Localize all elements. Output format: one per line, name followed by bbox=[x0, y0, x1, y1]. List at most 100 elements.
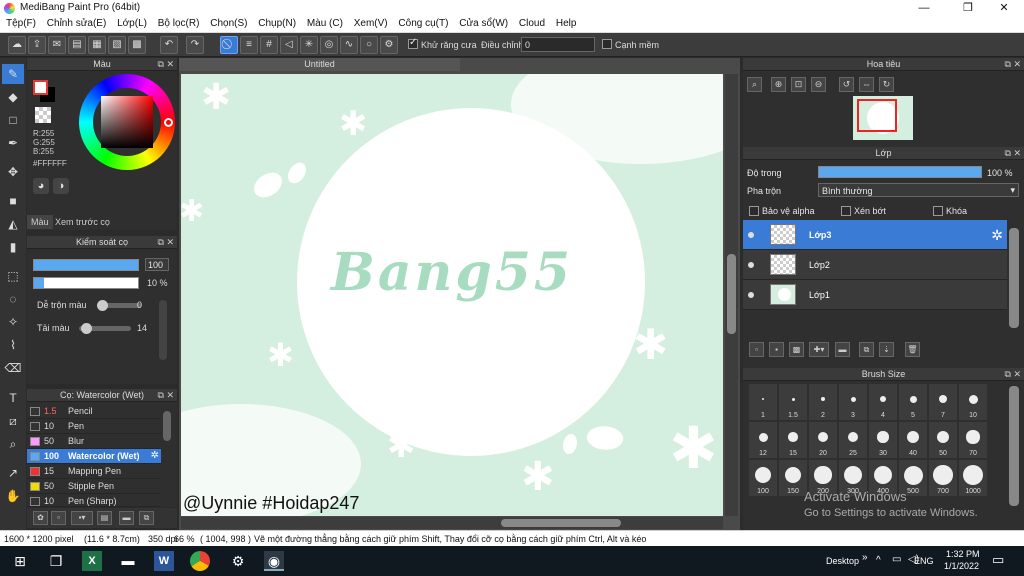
layer-folder-icon[interactable]: ▬ bbox=[835, 342, 850, 357]
chevron-up-icon[interactable]: » bbox=[862, 552, 868, 563]
antialias-checkbox[interactable] bbox=[408, 37, 418, 49]
menu-capture[interactable]: Chụp(N) bbox=[252, 17, 296, 29]
brush-size-cell[interactable]: 50 bbox=[929, 422, 957, 458]
bucket-tool-icon[interactable]: ◭ bbox=[2, 214, 24, 234]
hue-knob[interactable] bbox=[164, 118, 173, 127]
curve-snap-icon[interactable]: ∿ bbox=[340, 36, 358, 54]
zoom-fit-icon[interactable]: ⌕ bbox=[747, 77, 762, 92]
add-brush-icon[interactable]: ▫ bbox=[51, 511, 66, 525]
zoom-actual-icon[interactable]: ⊡ bbox=[791, 77, 806, 92]
copy-brush-icon[interactable]: ⧉ bbox=[139, 511, 154, 525]
maximize-button[interactable]: ❐ bbox=[948, 0, 988, 17]
flip-icon[interactable]: ⇔ bbox=[859, 77, 874, 92]
foreground-color-swatch[interactable] bbox=[33, 80, 48, 95]
new-halftone-layer-icon[interactable]: ▪ bbox=[769, 342, 784, 357]
medibang-taskbar-icon[interactable]: ◉ bbox=[264, 551, 284, 571]
folder-icon[interactable]: ▬ bbox=[119, 511, 134, 525]
move-tool-icon[interactable]: ✥ bbox=[2, 162, 24, 182]
brush-size-cell[interactable]: 12 bbox=[749, 422, 777, 458]
reload-slider[interactable] bbox=[79, 323, 131, 334]
minimize-button[interactable]: — bbox=[904, 0, 944, 17]
saturation-square[interactable] bbox=[101, 96, 153, 148]
color-history-icon[interactable]: ◑ bbox=[53, 178, 69, 194]
rectangle-tool-icon[interactable]: □ bbox=[2, 110, 24, 130]
gear-icon[interactable]: ✲ bbox=[151, 450, 159, 461]
upload-icon[interactable]: ⇪ bbox=[28, 36, 46, 54]
fill-rect-tool-icon[interactable]: ■ bbox=[2, 191, 24, 211]
canvas-horizontal-scrollbar[interactable] bbox=[181, 517, 723, 529]
lasso-tool-icon[interactable]: ◌ bbox=[2, 289, 24, 309]
soft-edge-checkbox[interactable] bbox=[602, 39, 612, 49]
brush-item-watercolor-wet[interactable]: 100 Watercolor (Wet) ✲ bbox=[27, 449, 161, 464]
gradient-tool-icon[interactable]: ▮ bbox=[2, 237, 24, 257]
hand-tool-icon[interactable]: ✋ bbox=[2, 486, 24, 506]
circle-snap-icon[interactable]: ○ bbox=[360, 36, 378, 54]
brush-size-value[interactable]: 100 bbox=[145, 258, 169, 271]
trash-icon[interactable]: 🗑 bbox=[905, 342, 920, 357]
eye-icon[interactable] bbox=[748, 262, 754, 268]
panel-close-icon[interactable]: ⧉ ✕ bbox=[158, 389, 174, 402]
document-tab[interactable]: Untitled bbox=[179, 58, 460, 71]
layer-row-1[interactable]: Lớp1 bbox=[743, 280, 1007, 310]
brush-size-cell[interactable]: 1.5 bbox=[779, 384, 807, 420]
no-snap-icon[interactable]: ⃠ bbox=[220, 36, 238, 54]
eye-icon[interactable] bbox=[748, 292, 754, 298]
excel-icon[interactable]: X bbox=[82, 551, 102, 571]
brush-item-pencil[interactable]: 1.5 Pencil bbox=[27, 404, 161, 419]
brush-size-cell[interactable]: 7 bbox=[929, 384, 957, 420]
concentric-snap-icon[interactable]: ◎ bbox=[320, 36, 338, 54]
panel-close-icon[interactable]: ⧉ ✕ bbox=[158, 236, 174, 249]
brush-tool-icon[interactable]: ✎ bbox=[2, 64, 24, 84]
brush-size-bar[interactable] bbox=[33, 259, 139, 271]
radial-snap-icon[interactable]: ✳ bbox=[300, 36, 318, 54]
comment-icon[interactable]: ✉ bbox=[48, 36, 66, 54]
brush-size-cell[interactable]: 40 bbox=[899, 422, 927, 458]
task-view-icon[interactable]: ❐ bbox=[46, 551, 66, 571]
parallel-snap-icon[interactable]: ≡ bbox=[240, 36, 258, 54]
transparent-color-swatch[interactable] bbox=[35, 107, 51, 123]
split-tool-icon[interactable]: ⧄ bbox=[2, 411, 24, 431]
mix-slider-knob[interactable] bbox=[97, 300, 108, 311]
pen-tool-icon[interactable]: ✒ bbox=[2, 133, 24, 153]
brush-size-cell[interactable]: 1 bbox=[749, 384, 777, 420]
brush-size-cell[interactable]: 4 bbox=[869, 384, 897, 420]
vanish-snap-icon[interactable]: ◁ bbox=[280, 36, 298, 54]
layer-row-3[interactable]: Lớp3 ✲ bbox=[743, 220, 1007, 250]
menu-edit[interactable]: Chỉnh sửa(E) bbox=[41, 17, 107, 29]
protect-alpha-checkbox[interactable] bbox=[749, 206, 759, 216]
brush-size-cell[interactable]: 10 bbox=[959, 384, 987, 420]
brush-item-pen-sharp[interactable]: 10 Pen (Sharp) bbox=[27, 494, 161, 507]
viewport-rectangle[interactable] bbox=[857, 99, 897, 132]
panel-close-icon[interactable]: ⧉ ✕ bbox=[158, 58, 174, 71]
menu-tools[interactable]: Công cụ(T) bbox=[392, 17, 448, 29]
menu-view[interactable]: Xem(V) bbox=[348, 17, 388, 29]
menu-help[interactable]: Help bbox=[550, 17, 577, 29]
menu-window[interactable]: Cửa sổ(W) bbox=[453, 17, 508, 29]
navigator-thumbnail[interactable] bbox=[853, 96, 913, 140]
rotate-right-icon[interactable]: ↻ bbox=[879, 77, 894, 92]
notification-icon[interactable]: ▭ bbox=[992, 552, 1004, 568]
menu-color[interactable]: Màu (C) bbox=[301, 17, 343, 29]
brush-size-cell[interactable]: 3 bbox=[839, 384, 867, 420]
palette-icon[interactable]: ◕ bbox=[33, 178, 49, 194]
duplicate-layer-icon[interactable]: ⧉ bbox=[859, 342, 874, 357]
network-icon[interactable]: ▭ bbox=[892, 554, 901, 565]
mix-slider[interactable] bbox=[97, 300, 141, 311]
blend-select[interactable]: Bình thường ▾ bbox=[818, 183, 1019, 197]
language-indicator[interactable]: ENG bbox=[914, 556, 934, 566]
brush-opacity-bar[interactable] bbox=[33, 277, 139, 289]
undo-icon[interactable]: ↶ bbox=[160, 36, 178, 54]
panel-close-icon[interactable]: ⧉ ✕ bbox=[1005, 368, 1021, 381]
brush-size-cell[interactable]: 70 bbox=[959, 422, 987, 458]
windows-start-icon[interactable]: ⊞ bbox=[10, 551, 30, 571]
grid-icon[interactable]: ▩ bbox=[128, 36, 146, 54]
add-brush-menu-icon[interactable]: ▪▾ bbox=[71, 511, 93, 525]
brush-item-blur[interactable]: 50 Blur bbox=[27, 434, 161, 449]
vertical-scroll-thumb[interactable] bbox=[727, 254, 736, 334]
brush-size-cell[interactable]: 25 bbox=[839, 422, 867, 458]
brush-options-icon[interactable]: ✿ bbox=[33, 511, 48, 525]
clip-checkbox[interactable] bbox=[841, 206, 851, 216]
new-layer-icon[interactable]: ▫ bbox=[749, 342, 764, 357]
brush-size-cell[interactable]: 20 bbox=[809, 422, 837, 458]
adjust-input[interactable]: 0 bbox=[521, 37, 595, 52]
